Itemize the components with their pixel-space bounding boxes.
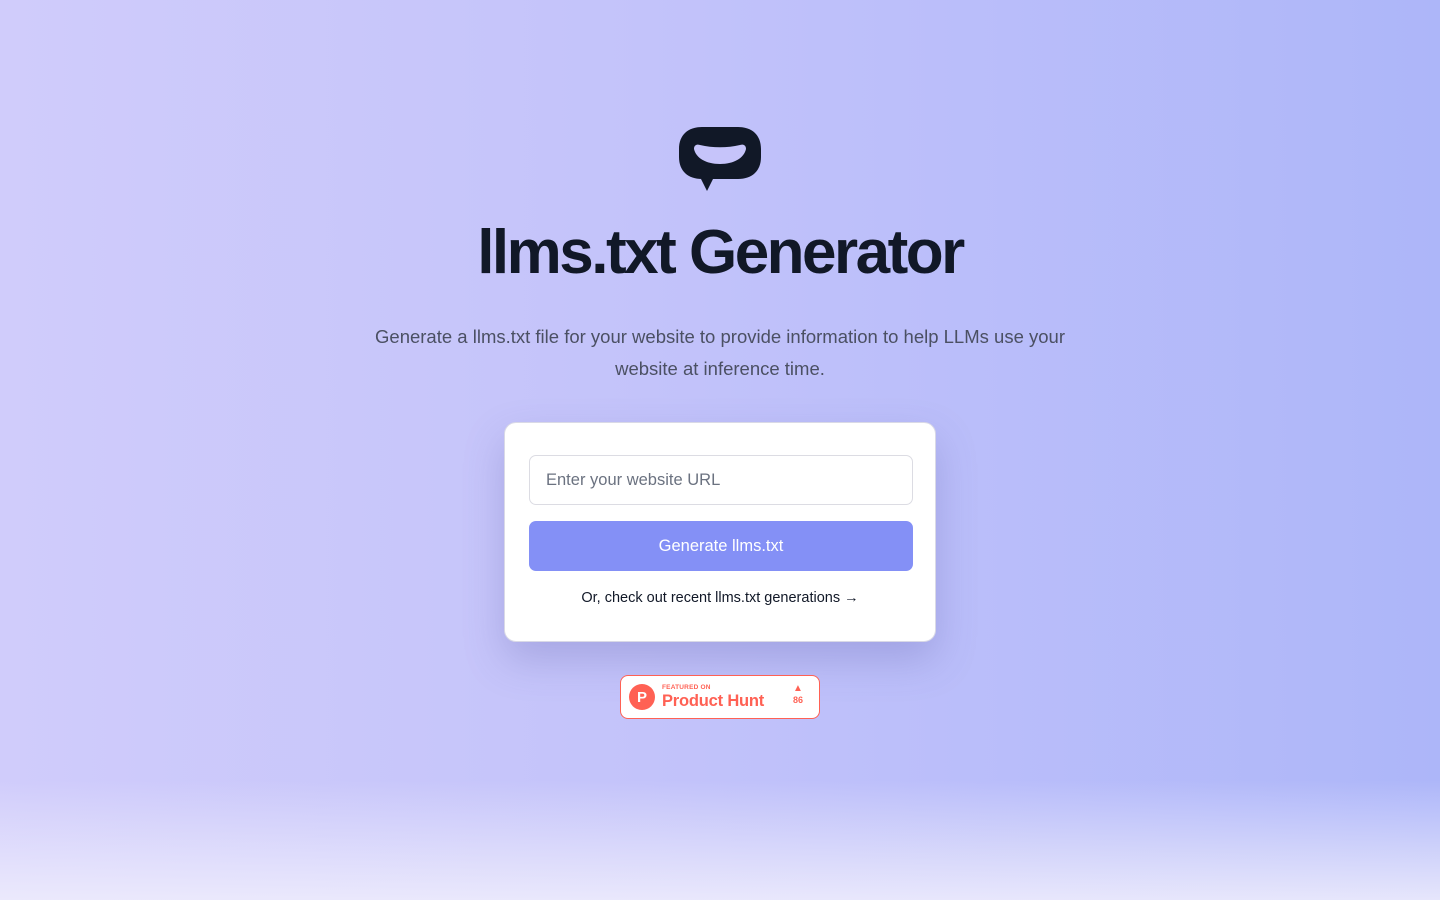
product-hunt-vote-count: 86 <box>792 695 803 705</box>
generate-button[interactable]: Generate llms.txt <box>529 521 913 571</box>
product-hunt-votes: ▲ 86 <box>793 684 803 705</box>
product-hunt-featured-label: FEATURED ON <box>662 683 711 691</box>
page-title: llms.txt Generator <box>477 218 965 287</box>
website-url-input[interactable] <box>529 455 913 505</box>
product-hunt-text: FEATURED ON Product Hunt <box>662 683 765 710</box>
speech-bubble-logo-icon <box>677 127 763 193</box>
product-hunt-logo-icon: P <box>629 684 655 710</box>
generator-card: Generate llms.txt Or, check out recent l… <box>504 422 936 642</box>
main-content: llms.txt Generator Generate a llms.txt f… <box>0 0 1440 900</box>
page-subtitle: Generate a llms.txt file for your websit… <box>375 326 1065 379</box>
product-hunt-badge[interactable]: P FEATURED ON Product Hunt ▲ 86 <box>620 675 820 719</box>
recent-generations-link[interactable]: Or, check out recent llms.txt generation… <box>529 590 911 606</box>
product-hunt-name: Product Hunt <box>662 692 765 710</box>
triangle-up-icon: ▲ <box>793 683 803 694</box>
